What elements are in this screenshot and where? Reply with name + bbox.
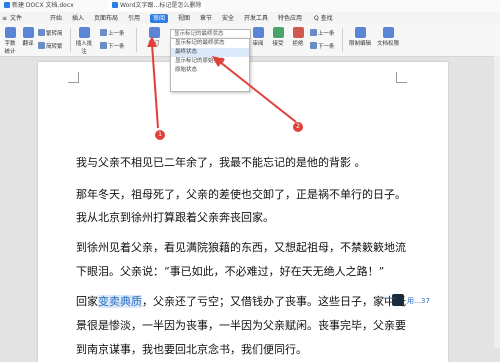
tutorial-arrow-1 — [151, 43, 159, 129]
annotation-overlay — [147, 36, 396, 299]
annotation-badge-1: 1 — [155, 130, 165, 140]
arrow-head-icon — [147, 36, 157, 47]
vertical-scrollbar[interactable] — [494, 56, 500, 348]
annotation-badge-2: 2 — [293, 122, 303, 132]
tutorial-arrow-2 — [219, 61, 297, 123]
